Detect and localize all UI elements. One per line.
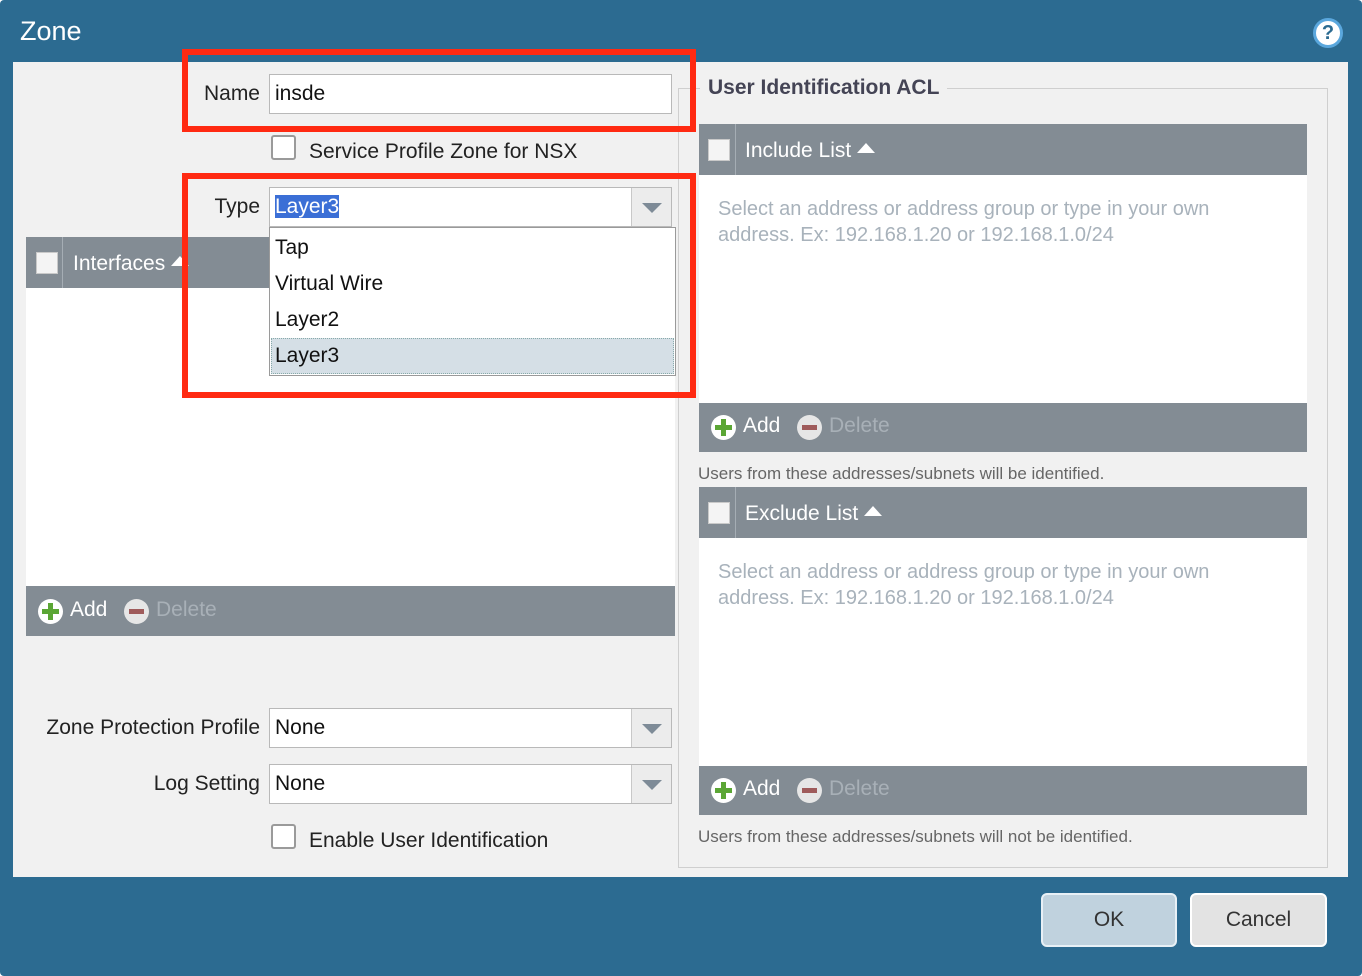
interfaces-header-label: Interfaces [73,252,166,275]
include-list-hint: Select an address or address group or ty… [718,198,1210,246]
nsx-checkbox[interactable] [271,135,296,160]
interfaces-select-all-checkbox[interactable] [36,252,58,274]
exclude-delete-button[interactable]: Delete [829,777,890,801]
interfaces-header-column[interactable]: Interfaces [73,252,190,276]
dialog-title: Zone [20,16,82,46]
add-icon [711,778,736,803]
exclude-list-body[interactable]: Select an address or address group or ty… [699,538,1307,766]
include-add-button[interactable]: Add [743,414,780,438]
enable-user-id-checkbox[interactable] [271,824,296,849]
exclude-select-all-checkbox[interactable] [708,502,730,524]
include-delete-button[interactable]: Delete [829,414,890,438]
add-icon [38,599,63,624]
log-setting-combobox[interactable]: None [269,764,672,804]
include-list-label: Include List [745,139,852,162]
delete-icon [124,599,149,624]
include-list-footer: Add Delete [699,403,1307,452]
enable-user-id-label: Enable User Identification [309,829,549,852]
zone-protection-combobox[interactable]: None [269,708,672,748]
header-separator [62,237,63,288]
exclude-list-footer: Add Delete [699,766,1307,815]
exclude-list-label: Exclude List [745,502,859,525]
interfaces-add-button[interactable]: Add [70,598,107,622]
add-icon [711,415,736,440]
cancel-button[interactable]: Cancel [1190,893,1327,947]
type-highlight-box [182,173,696,398]
exclude-list-note: Users from these addresses/subnets will … [698,827,1133,846]
exclude-list-header-column[interactable]: Exclude List [745,502,883,526]
log-setting-value: None [275,772,326,795]
chevron-down-icon[interactable] [631,765,671,803]
sort-ascending-icon [857,143,876,154]
zone-protection-label: Zone Protection Profile [46,716,260,739]
delete-icon [797,778,822,803]
exclude-list-hint: Select an address or address group or ty… [718,561,1210,609]
exclude-add-button[interactable]: Add [743,777,780,801]
name-highlight-box [182,49,696,132]
header-separator [735,487,736,538]
include-list-header: Include List [699,124,1307,175]
include-list-body[interactable]: Select an address or address group or ty… [699,175,1307,403]
zone-protection-value: None [275,716,326,739]
zone-dialog: Zone ? Name insde Service Profile Zone f… [0,0,1362,976]
nsx-checkbox-label: Service Profile Zone for NSX [309,140,578,163]
delete-icon [797,415,822,440]
interfaces-grid-footer: Add Delete [26,586,675,636]
log-setting-label: Log Setting [153,772,260,795]
chevron-down-icon[interactable] [631,709,671,747]
header-separator [735,124,736,175]
user-id-acl-title: User Identification ACL [700,76,948,100]
include-select-all-checkbox[interactable] [708,139,730,161]
exclude-list-header: Exclude List [699,487,1307,538]
ok-button[interactable]: OK [1041,893,1177,947]
help-icon[interactable]: ? [1313,18,1343,48]
include-list-header-column[interactable]: Include List [745,139,876,163]
interfaces-delete-button[interactable]: Delete [156,598,217,622]
sort-ascending-icon [864,506,883,517]
include-list-note: Users from these addresses/subnets will … [698,464,1105,483]
